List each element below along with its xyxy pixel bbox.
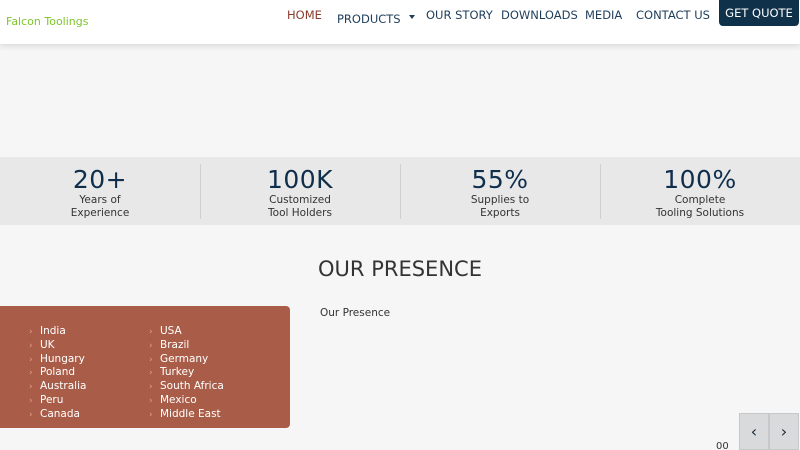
- get-quote-button[interactable]: GET QUOTE: [719, 0, 799, 26]
- country-item: › Brazil: [149, 339, 224, 353]
- stat-label-line2: Tool Holders: [268, 207, 332, 219]
- chevron-right-icon: ›: [29, 327, 33, 337]
- country-label: Poland: [40, 366, 76, 379]
- stat-number: 20+: [72, 165, 128, 194]
- slider-page-indicator: 00: [716, 441, 729, 450]
- country-item: › Canada: [29, 408, 86, 422]
- country-item: › Australia: [29, 380, 86, 394]
- nav-home[interactable]: HOME: [287, 8, 322, 22]
- country-item: › Poland: [29, 366, 86, 380]
- chevron-right-icon: ›: [149, 395, 153, 406]
- stat-label-line1: Years of: [79, 194, 121, 206]
- stat-number: 55%: [471, 165, 529, 194]
- country-item: › South Africa: [149, 380, 224, 394]
- country-label: Australia: [40, 380, 87, 393]
- country-label: UK: [40, 338, 55, 351]
- stat-exports: 55% Supplies to Exports: [400, 157, 600, 225]
- chevron-left-icon: ‹: [750, 422, 758, 441]
- chevron-right-icon: ›: [29, 382, 33, 393]
- country-label: USA: [160, 325, 182, 337]
- stats-band: 20+ Years of Experience 100K Customized …: [0, 157, 800, 225]
- country-label: Hungary: [40, 352, 85, 365]
- country-item: › Hungary: [29, 353, 86, 367]
- nav-media[interactable]: MEDIA: [585, 8, 622, 22]
- stat-label-line1: Complete: [674, 194, 726, 206]
- country-label: India: [40, 325, 66, 337]
- country-column-right: › USA › Brazil › Germany › Turkey › South Afr…: [149, 325, 224, 422]
- nav-products-label: PRODUCTS: [337, 12, 401, 26]
- presence-map-caption: Our Presence: [320, 307, 391, 319]
- chevron-right-icon: ›: [149, 382, 153, 393]
- chevron-right-icon: ›: [29, 368, 33, 379]
- chevron-down-icon: [408, 14, 415, 19]
- chevron-right-icon: ›: [29, 409, 33, 420]
- country-label: Germany: [160, 352, 209, 365]
- country-item: › Germany: [149, 353, 224, 367]
- chevron-right-icon: ›: [149, 354, 153, 365]
- stat-label-line2: Exports: [480, 207, 520, 219]
- country-label: Turkey: [160, 366, 195, 379]
- country-item: › Middle East: [149, 408, 224, 422]
- country-item: › Peru: [29, 394, 86, 408]
- country-item: › Mexico: [149, 394, 224, 408]
- chevron-right-icon: ›: [29, 395, 33, 406]
- nav-our-story[interactable]: OUR STORY: [426, 8, 493, 22]
- slider-prev-button[interactable]: ‹: [739, 413, 769, 450]
- chevron-right-icon: ›: [149, 340, 153, 351]
- country-label: Canada: [40, 407, 80, 420]
- stat-label-line1: Customized: [269, 194, 331, 206]
- country-item: › Turkey: [149, 366, 224, 380]
- stat-label-line2: Tooling Solutions: [655, 207, 745, 219]
- country-column-left: › India › UK › Hungary › Poland › Australia ›…: [29, 325, 86, 422]
- country-label: Peru: [40, 393, 64, 406]
- country-label: Middle East: [160, 407, 221, 420]
- chevron-right-icon: ›: [29, 354, 33, 365]
- site-header: Falcon Toolings HOME PRODUCTS OUR STORY …: [0, 0, 800, 44]
- stat-solutions: 100% Complete Tooling Solutions: [600, 157, 800, 225]
- presence-title: OUR PRESENCE: [318, 257, 482, 281]
- country-item: › UK: [29, 339, 86, 353]
- nav-products[interactable]: PRODUCTS: [337, 12, 415, 26]
- chevron-right-icon: ›: [149, 368, 153, 379]
- country-label: Mexico: [160, 393, 197, 406]
- stat-tool-holders: 100K Customized Tool Holders: [200, 157, 400, 225]
- stat-label-line1: Supplies to: [470, 194, 530, 206]
- stat-label-line2: Experience: [70, 207, 130, 219]
- chevron-right-icon: ›: [149, 409, 153, 420]
- country-item: › USA: [149, 325, 224, 339]
- stat-number: 100%: [663, 165, 737, 194]
- stat-years: 20+ Years of Experience: [0, 157, 200, 225]
- country-item: › India: [29, 325, 86, 339]
- slider-next-button[interactable]: ›: [769, 413, 799, 450]
- nav-downloads[interactable]: DOWNLOADS: [501, 8, 578, 22]
- chevron-right-icon: ›: [149, 327, 153, 337]
- country-label: Brazil: [160, 338, 190, 351]
- stat-number: 100K: [266, 165, 334, 194]
- chevron-right-icon: ›: [29, 340, 33, 351]
- country-label: South Africa: [160, 380, 224, 393]
- nav-contact-us[interactable]: CONTACT US: [636, 8, 710, 22]
- country-list-panel: › India › UK › Hungary › Poland › Australia ›…: [0, 306, 290, 428]
- main-nav: HOME PRODUCTS OUR STORY DOWNLOADS MEDIA …: [0, 0, 800, 44]
- chevron-right-icon: ›: [780, 422, 788, 441]
